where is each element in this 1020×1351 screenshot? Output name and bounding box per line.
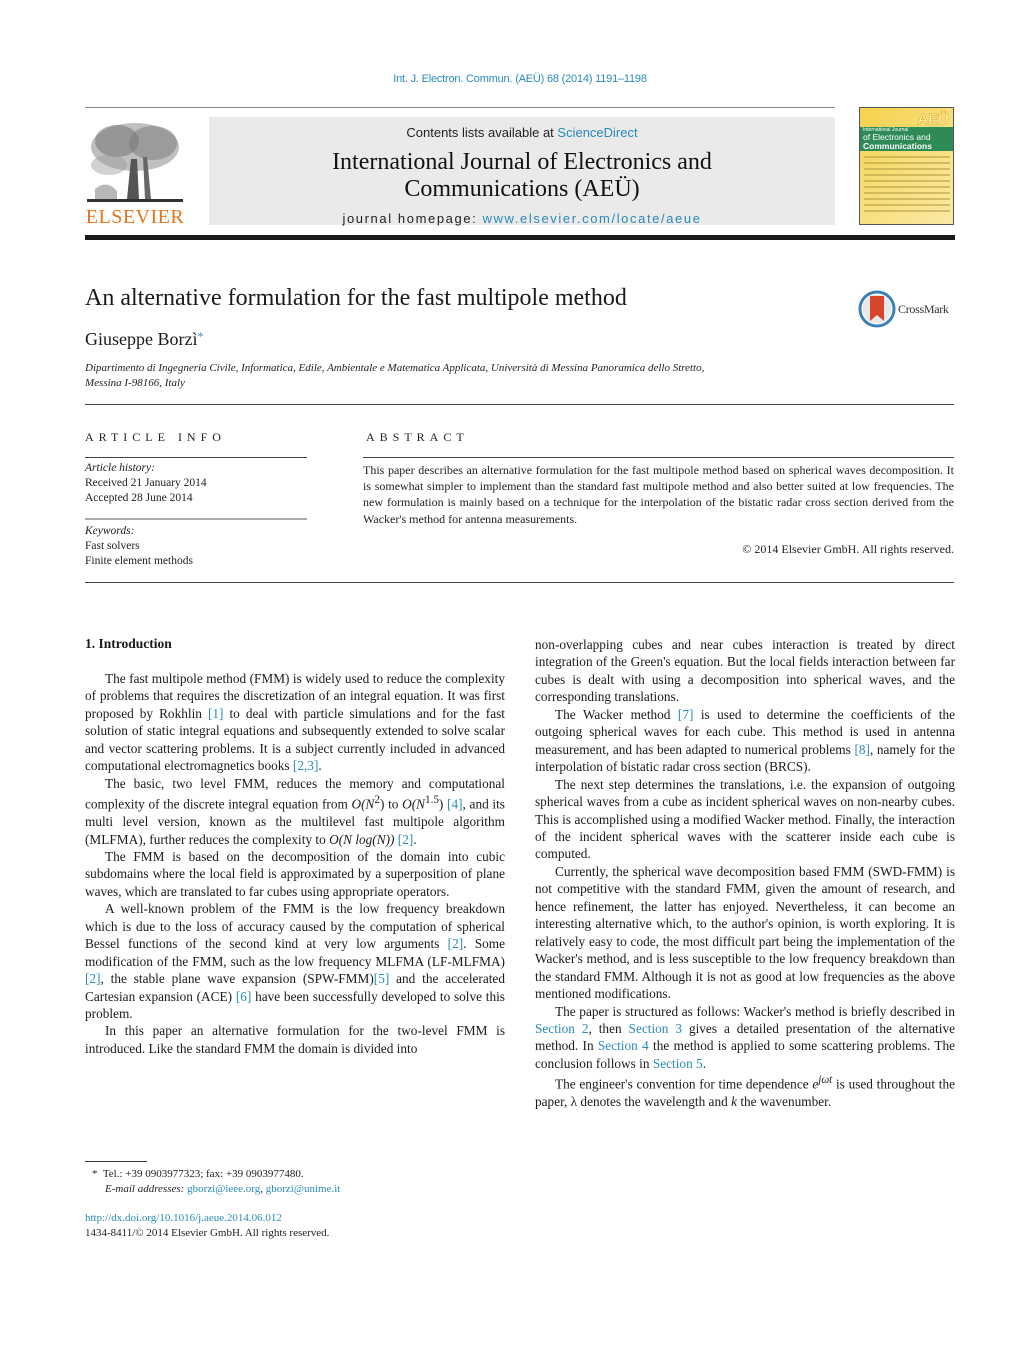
issn-copyright: 1434-8411/© 2014 Elsevier GmbH. All righ… — [85, 1227, 330, 1239]
paragraph: Currently, the spherical wave decomposit… — [535, 863, 955, 1002]
crossmark-icon — [858, 290, 896, 328]
abstract-label: ABSTRACT — [366, 430, 469, 444]
accepted-date: Accepted 28 June 2014 — [85, 492, 193, 504]
section-link[interactable]: Section 4 — [598, 1038, 649, 1053]
section-link[interactable]: Section 3 — [629, 1021, 682, 1036]
divider — [85, 457, 307, 458]
section-link[interactable]: Section 2 — [535, 1021, 588, 1036]
reference-link[interactable]: [2] — [398, 832, 414, 847]
reference-link[interactable]: [8] — [854, 742, 870, 757]
keyword: Fast solvers — [85, 540, 140, 552]
journal-title-line2: Communications (AEÜ) — [404, 176, 640, 202]
journal-title: International Journal of Electronics and… — [209, 149, 835, 203]
reference-link[interactable]: [6] — [236, 989, 252, 1004]
cover-line3: Communications — [863, 141, 932, 151]
journal-citation[interactable]: Int. J. Electron. Commun. (AEÜ) 68 (2014… — [0, 73, 1020, 85]
reference-link[interactable]: [7] — [678, 707, 694, 722]
sciencedirect-link[interactable]: ScienceDirect — [557, 125, 637, 140]
contents-availability: Contents lists available at ScienceDirec… — [209, 125, 835, 140]
keyword: Finite element methods — [85, 555, 193, 567]
reference-link[interactable]: [2] — [448, 936, 464, 951]
cover-badge: AEÜ — [917, 111, 949, 129]
journal-title-line1: International Journal of Electronics and — [332, 149, 712, 175]
keywords: Keywords: Fast solvers Finite element me… — [85, 524, 193, 569]
section-heading-introduction: 1. Introduction — [85, 636, 172, 651]
journal-cover-thumbnail[interactable]: AEÜ International Journal of Electronics… — [859, 107, 954, 225]
section-link[interactable]: Section 5 — [653, 1056, 703, 1071]
email-link[interactable]: gborzi@unime.it — [266, 1183, 341, 1195]
divider — [85, 518, 307, 520]
reference-link[interactable]: [1] — [208, 706, 224, 721]
paragraph: The next step determines the translation… — [535, 776, 955, 862]
author-footnote-link[interactable]: * — [197, 329, 203, 343]
divider — [85, 582, 954, 583]
journal-band: Contents lists available at ScienceDirec… — [209, 117, 835, 226]
email-link[interactable]: gborzi@ieee.org — [187, 1183, 260, 1195]
journal-header: ELSEVIER Contents lists available at Sci… — [85, 107, 955, 240]
header-divider — [85, 107, 835, 108]
divider — [85, 404, 954, 405]
reference-link[interactable]: [2,3] — [293, 758, 318, 773]
article-title: An alternative formulation for the fast … — [85, 285, 627, 311]
keywords-caption: Keywords: — [85, 525, 135, 537]
cover-toc-lines — [864, 156, 950, 216]
homepage-link[interactable]: www.elsevier.com/locate/aeue — [483, 211, 702, 226]
cover-title-band: International Journal of Electronics and… — [860, 127, 953, 151]
footnote-divider — [85, 1161, 147, 1162]
author-text: Giuseppe Borzì — [85, 329, 198, 349]
paragraph: A well-known problem of the FMM is the l… — [85, 901, 505, 1022]
paragraph: The paper is structured as follows: Wack… — [535, 1003, 955, 1071]
affiliation-line2: Messina I-98166, Italy — [85, 376, 185, 389]
history-caption: Article history: — [85, 462, 155, 474]
paragraph: The fast multipole method (FMM) is widel… — [85, 671, 506, 774]
citation-link[interactable]: Int. J. Electron. Commun. (AEÜ) 68 (2014… — [393, 73, 647, 85]
doi-block: http://dx.doi.org/10.1016/j.aeue.2014.06… — [85, 1211, 329, 1241]
footnote-contact: * Tel.: +39 0903977323; fax: +39 0903977… — [92, 1168, 304, 1180]
article-info-label: ARTICLE INFO — [85, 430, 226, 444]
author-affiliation: Dipartimento di Ingegneria Civile, Infor… — [85, 361, 785, 390]
elsevier-tree-icon — [87, 119, 183, 205]
paragraph: non-overlapping cubes and near cubes int… — [535, 637, 955, 705]
article-history: Article history: Received 21 January 201… — [85, 461, 207, 506]
crossmark-badge[interactable]: CrossMark — [858, 290, 958, 330]
reference-link[interactable]: [4] — [447, 797, 463, 812]
paragraph: The engineer's convention for time depen… — [535, 1074, 956, 1110]
elsevier-wordmark: ELSEVIER — [85, 206, 185, 228]
header-thick-rule — [85, 235, 955, 240]
paragraph: The Wacker method [7] is used to determi… — [535, 706, 956, 775]
paragraph: The FMM is based on the decomposition of… — [85, 848, 505, 899]
footnote-emails: E-mail addresses: gborzi@ieee.org, gborz… — [105, 1183, 341, 1195]
reference-link[interactable]: [2] — [85, 971, 101, 986]
elsevier-logo[interactable]: ELSEVIER — [85, 117, 185, 229]
affiliation-line1: Dipartimento di Ingegneria Civile, Infor… — [85, 362, 705, 374]
abstract-copyright: © 2014 Elsevier GmbH. All rights reserve… — [742, 542, 954, 556]
author-footnote: * Tel.: +39 0903977323; fax: +39 0903977… — [92, 1167, 340, 1197]
paragraph: In this paper an alternative formulation… — [85, 1023, 505, 1056]
divider — [363, 457, 954, 458]
right-column: non-overlapping cubes and near cubes int… — [535, 636, 955, 1111]
doi-link[interactable]: http://dx.doi.org/10.1016/j.aeue.2014.06… — [85, 1212, 282, 1224]
contents-prefix: Contents lists available at — [406, 125, 558, 140]
author-name: Giuseppe Borzì* — [85, 329, 203, 350]
crossmark-label: CrossMark — [898, 302, 949, 316]
received-date: Received 21 January 2014 — [85, 477, 207, 489]
journal-homepage: journal homepage: www.elsevier.com/locat… — [209, 211, 835, 226]
left-column: The fast multipole method (FMM) is widel… — [85, 670, 505, 1057]
paragraph: The basic, two level FMM, reduces the me… — [85, 775, 505, 847]
abstract-text: This paper describes an alternative form… — [363, 463, 954, 526]
homepage-prefix: journal homepage: — [342, 211, 483, 226]
reference-link[interactable]: [5] — [374, 971, 390, 986]
